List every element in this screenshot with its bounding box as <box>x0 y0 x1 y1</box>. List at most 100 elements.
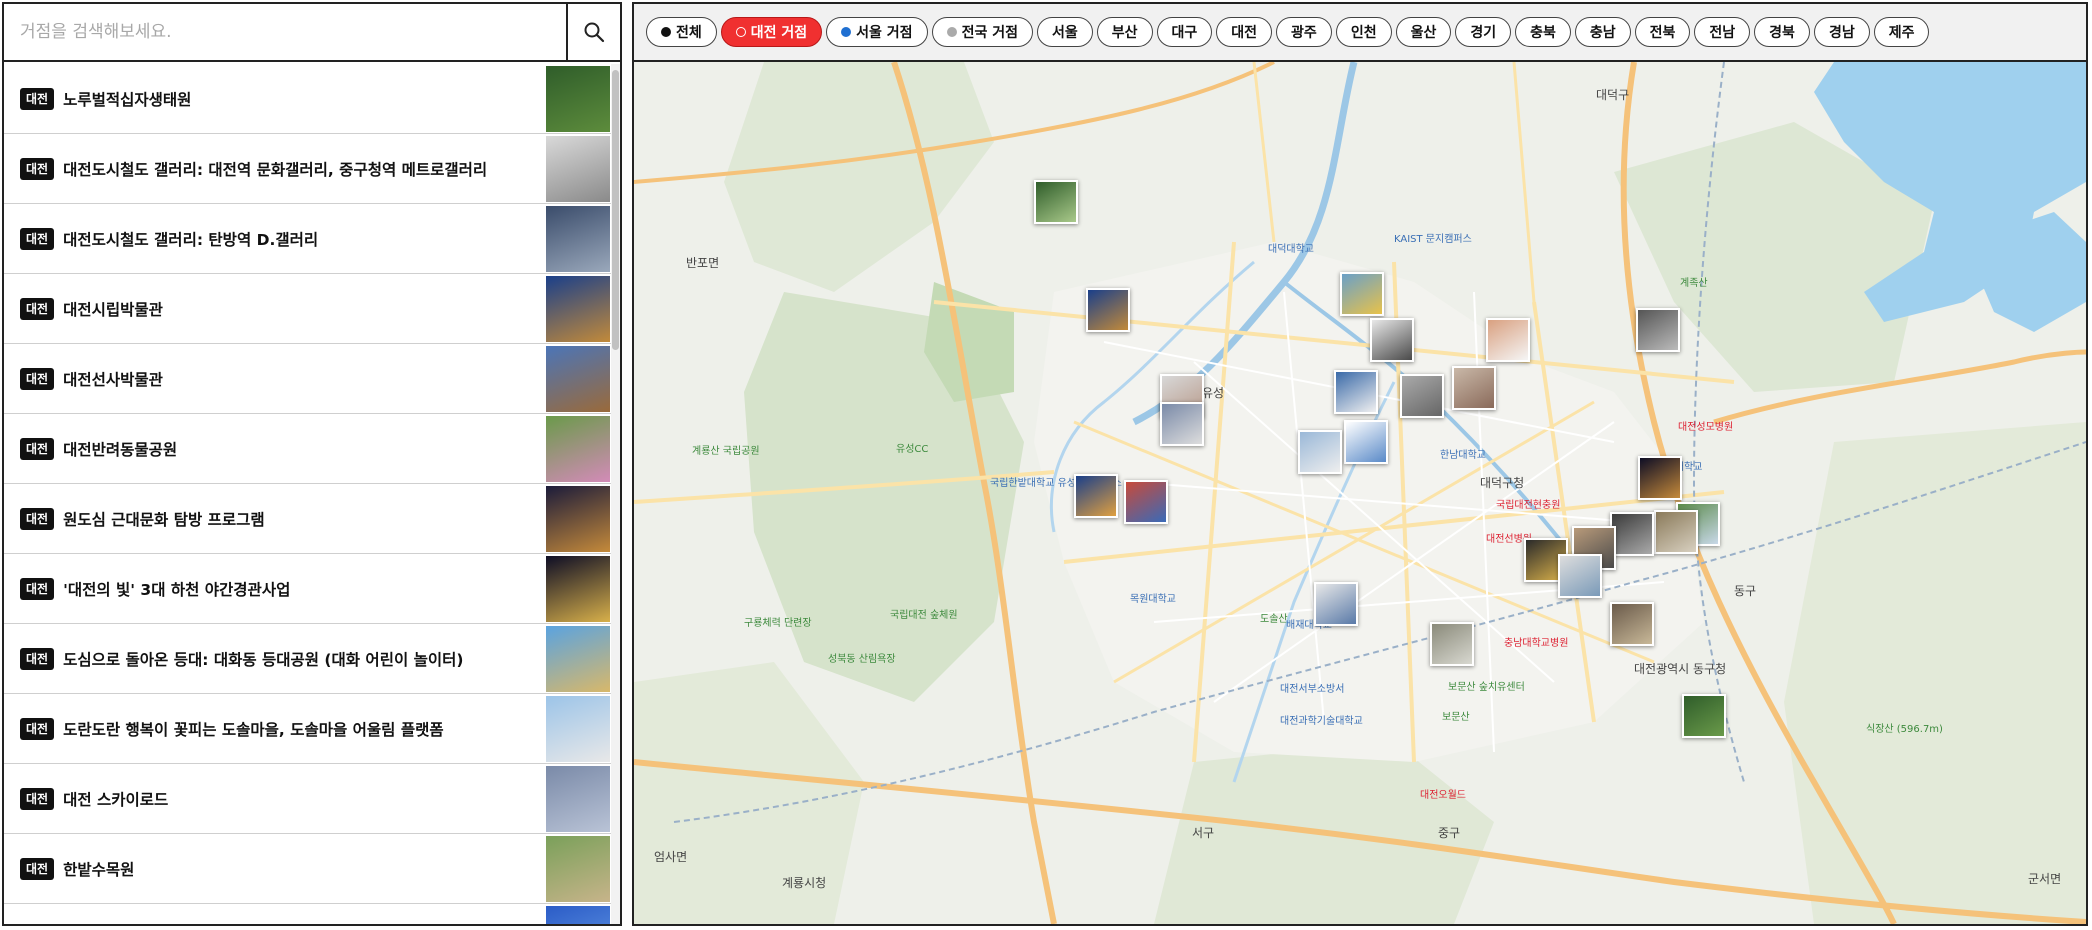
filter-chip[interactable]: 전북 <box>1634 17 1691 47</box>
list-item[interactable]: 대전 대전도시철도 갤러리: 탄방역 D.갤러리 <box>4 204 620 274</box>
map-photo-marker[interactable] <box>1638 456 1682 500</box>
filter-chip[interactable]: 인천 <box>1335 17 1392 47</box>
list-item-title: 도란도란 행복이 꽃피는 도솔마을, 도솔마을 어울림 플랫폼 <box>63 720 444 739</box>
map-place-label: 계룡시청 <box>782 876 827 890</box>
map-photo-marker[interactable] <box>1682 694 1726 738</box>
region-badge: 대전 <box>20 87 55 110</box>
map-photo-marker[interactable] <box>1344 420 1388 464</box>
map-place-label: 군서면 <box>2028 872 2062 886</box>
list-item[interactable]: 대전 대전시립박물관 <box>4 274 620 344</box>
filter-chip-label: 서울 <box>1051 25 1078 41</box>
filter-chip-label: 충북 <box>1530 25 1556 41</box>
list-item[interactable]: 대전 원도심 근대문화 탐방 프로그램 <box>4 484 620 554</box>
filter-dot-icon <box>841 27 852 37</box>
filter-chip[interactable]: 전체 <box>646 17 717 47</box>
list-item[interactable]: 대전 도심으로 돌아온 등대: 대화동 등대공원 (대화 어린이 놀이터) <box>4 624 620 694</box>
map-photo-marker[interactable] <box>1298 430 1342 474</box>
filter-chip-label: 충남 <box>1589 25 1616 41</box>
filter-chip[interactable]: 전남 <box>1694 17 1751 47</box>
list-item[interactable]: 대전 한밭수목원 <box>4 834 620 904</box>
map-photo-marker[interactable] <box>1558 554 1602 598</box>
list-item-title: '대전의 빛' 3대 하천 야간경관사업 <box>63 580 291 599</box>
filter-chip[interactable]: 충남 <box>1574 17 1631 47</box>
list-item-title: 도심으로 돌아온 등대: 대화동 등대공원 (대화 어린이 놀이터) <box>63 650 464 669</box>
filter-chip[interactable]: 전국 거점 <box>931 17 1033 47</box>
filter-chip[interactable]: 대구 <box>1156 17 1213 47</box>
map-place-label: KAIST 문지캠퍼스 <box>1394 234 1472 245</box>
thumbnail-image <box>546 486 610 552</box>
list-item[interactable]: 대전 대전 스카이로드 <box>4 764 620 834</box>
sidebar-panel: 대전노루벌적십자생태원대전대전도시철도 갤러리: 대전역 문화갤러리, 중구청역… <box>2 2 622 926</box>
filter-chip[interactable]: 서울 거점 <box>826 17 928 47</box>
filter-chip[interactable]: 부산 <box>1096 17 1153 47</box>
region-badge: 대전 <box>20 297 55 320</box>
filter-dot-icon <box>661 27 671 37</box>
map-photo-marker[interactable] <box>1086 288 1130 332</box>
map-photo-marker[interactable] <box>1340 272 1384 316</box>
filter-chip-label: 경북 <box>1769 25 1795 41</box>
list-item[interactable]: 대전 대전도시철도 갤러리: 대전역 문화갤러리, 중구청역 메트로갤러리 <box>4 134 620 204</box>
region-badge: 대전 <box>20 577 55 600</box>
thumbnail-image <box>546 346 610 412</box>
map-canvas[interactable]: 대덕구 반포면 유성 대덕구청 대전광역시 동구청 서구 중구 계룡시청 엄사면 군서면 동구 KAI… <box>634 62 2086 924</box>
filter-chip-label: 대구 <box>1171 25 1198 41</box>
filter-chip-label: 부산 <box>1111 25 1138 41</box>
search-bar <box>4 4 620 62</box>
map-photo-marker[interactable] <box>1636 308 1680 352</box>
map-photo-marker[interactable] <box>1400 374 1444 418</box>
filter-chip[interactable]: 경북 <box>1754 17 1810 47</box>
map-place-label: 대덕대학교 <box>1268 244 1314 255</box>
map-photo-marker[interactable] <box>1160 402 1204 446</box>
filter-chip[interactable]: 광주 <box>1276 17 1332 47</box>
map-photo-marker[interactable] <box>1610 602 1654 646</box>
map-place-label: 동구 <box>1734 584 1757 598</box>
list-scroll-thumb[interactable] <box>612 70 619 350</box>
map-place-label: 한남대학교 <box>1440 450 1486 461</box>
list-scrollbar[interactable] <box>611 64 620 924</box>
filter-chip[interactable]: 경기 <box>1455 17 1512 47</box>
list-item-title: 대전도시철도 갤러리: 탄방역 D.갤러리 <box>63 230 319 249</box>
map-photo-marker[interactable] <box>1034 180 1078 224</box>
filter-chip-label: 경기 <box>1470 25 1497 41</box>
filter-chip[interactable]: 서울 <box>1036 17 1093 47</box>
list-item-title: 대전선사박물관 <box>63 370 163 389</box>
map-photo-marker[interactable] <box>1074 474 1118 518</box>
map-photo-marker[interactable] <box>1486 318 1530 362</box>
map-place-label: 대덕구 <box>1596 88 1630 102</box>
filter-chip[interactable]: 제주 <box>1873 17 1930 47</box>
map-photo-marker[interactable] <box>1370 318 1414 362</box>
search-button[interactable] <box>566 4 620 60</box>
map-photo-marker[interactable] <box>1452 366 1496 410</box>
filter-chip[interactable]: 충북 <box>1515 17 1571 47</box>
list-item[interactable]: 대전 '대전의 빛' 3대 하천 야간경관사업 <box>4 554 620 624</box>
filter-chip-label: 전국 거점 <box>961 25 1018 41</box>
filter-chip-label: 경남 <box>1828 25 1855 41</box>
filter-chip-label: 제주 <box>1888 25 1915 41</box>
filter-dot-icon <box>735 27 746 37</box>
thumbnail-image <box>546 696 610 762</box>
map-place-label: 대전서부소방서 <box>1280 684 1345 695</box>
map-place-label: 보문산 숲치유센터 <box>1448 682 1525 693</box>
filter-chip[interactable]: 경남 <box>1813 17 1870 47</box>
list-item[interactable]: 대전 도란도란 행복이 꽃피는 도솔마을, 도솔마을 어울림 플랫폼 <box>4 694 620 764</box>
search-input[interactable] <box>4 4 566 60</box>
list-item[interactable] <box>4 904 620 924</box>
map-photo-marker[interactable] <box>1334 370 1378 414</box>
map-photo-marker[interactable] <box>1314 582 1358 626</box>
list-item[interactable]: 대전 노루벌적십자생태원 <box>4 64 620 134</box>
filter-chip[interactable]: 대전 거점 <box>720 17 823 47</box>
map-photo-marker[interactable] <box>1124 480 1168 524</box>
map-photo-marker[interactable] <box>1430 622 1474 666</box>
filter-chip-label: 대전 거점 <box>750 25 808 41</box>
map-photo-marker[interactable] <box>1610 512 1654 556</box>
list-item[interactable]: 대전 대전반려동물공원 <box>4 414 620 484</box>
filter-chip[interactable]: 대전 <box>1216 17 1273 47</box>
map-place-label: 중구 <box>1438 826 1461 840</box>
map-photo-marker[interactable] <box>1654 510 1698 554</box>
filter-chip[interactable]: 울산 <box>1395 17 1452 47</box>
place-list: 대전 노루벌적십자생태원 대전 대전도시철도 갤러리: 대전역 문화갤러리, 중구청역… <box>4 64 620 924</box>
map-place-label: 엄사면 <box>654 850 688 864</box>
filter-dot-icon <box>946 27 957 37</box>
list-item-title: 한밭수목원 <box>63 860 135 879</box>
list-item[interactable]: 대전 대전선사박물관 <box>4 344 620 414</box>
